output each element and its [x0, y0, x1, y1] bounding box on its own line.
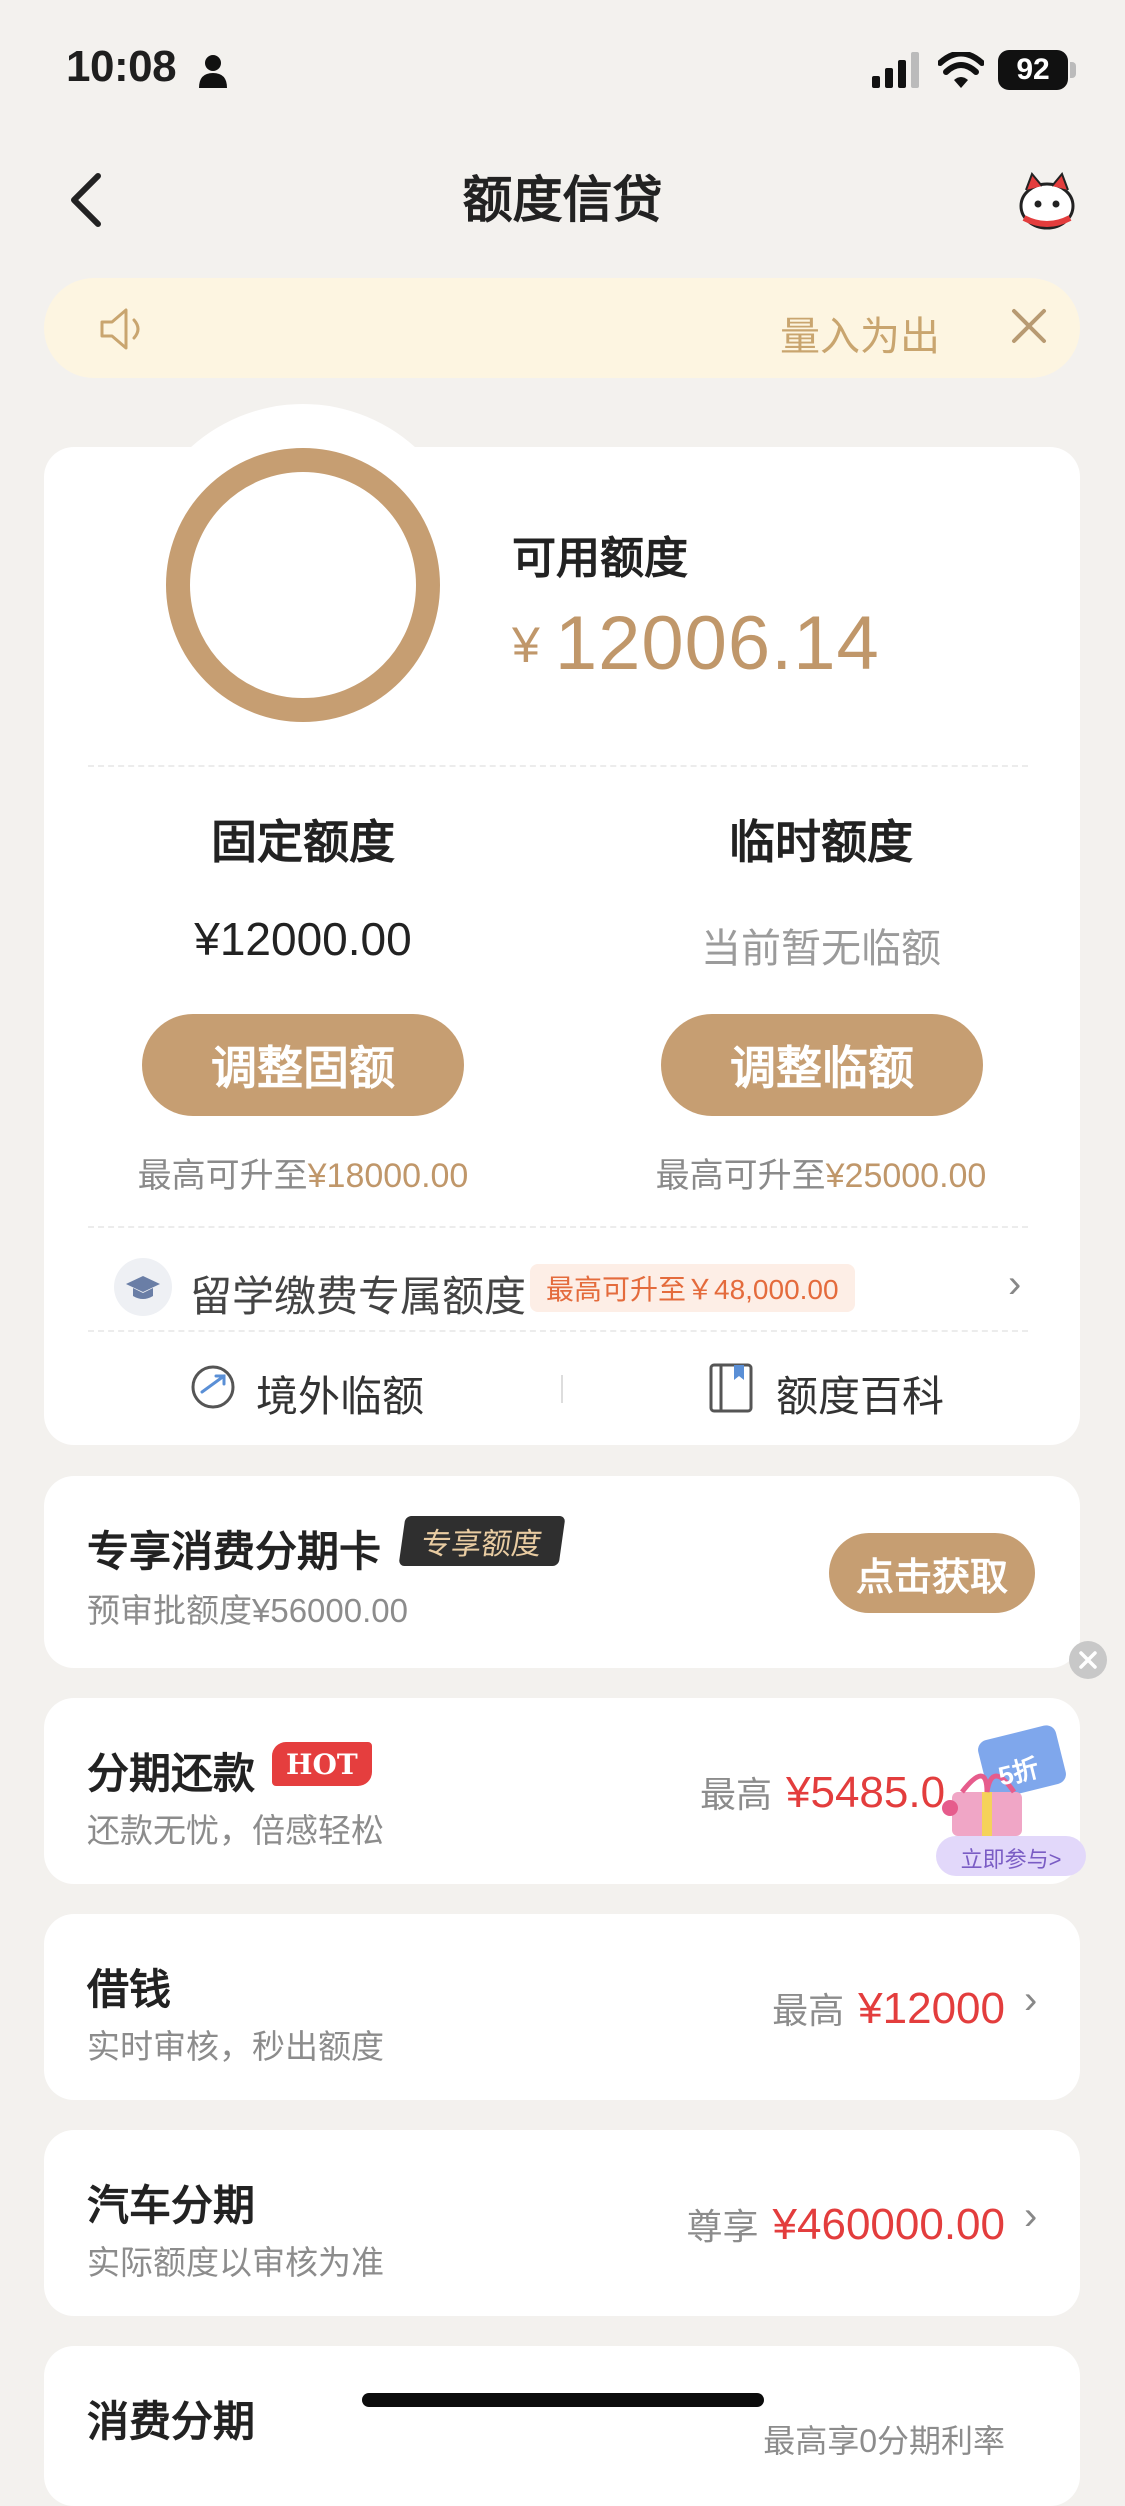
speaker-icon: [100, 308, 140, 350]
overseas-temporary-link[interactable]: 境外临额: [256, 1363, 424, 1424]
borrow-title: 借钱: [87, 1966, 172, 2013]
home-indicator[interactable]: [362, 2393, 764, 2407]
max-amount: ¥18000.00: [307, 1157, 469, 1195]
fixed-max-note: 最高可升至¥18000.00: [43, 1148, 563, 1197]
battery-indicator: 92: [998, 50, 1068, 90]
car-installment-amount: ¥460000.00: [772, 2200, 1005, 2249]
card-offer-subtitle: 预审批额度¥56000.00: [87, 1592, 408, 1629]
borrow-max: 最高 ¥12000: [600, 1982, 1005, 2034]
installment-title: 分期还款: [87, 1750, 256, 1797]
borrow-amount: ¥12000: [858, 1984, 1005, 2033]
currency-symbol: ¥: [512, 616, 541, 673]
max-prefix: 最高可升至: [137, 1157, 308, 1195]
globe-plane-icon: [191, 1365, 235, 1409]
cellular-signal-icon: [872, 52, 919, 88]
borrow-subtitle: 实时审核，秒出额度: [87, 2028, 384, 2065]
temporary-max-note: 最高可升至¥25000.00: [561, 1148, 1081, 1197]
battery-cap: [1070, 62, 1076, 78]
hot-tag: HOT: [272, 1742, 372, 1786]
car-installment-title: 汽车分期: [87, 2182, 256, 2229]
exclusive-credit-tag: 专享额度: [398, 1516, 566, 1566]
max-prefix: 最高: [700, 1774, 773, 1815]
max-amount: ¥25000.00: [825, 1157, 987, 1195]
study-abroad-credit-label[interactable]: 留学缴费专属额度: [190, 1263, 526, 1324]
temporary-credit-value: 当前暂无临额: [701, 927, 941, 971]
max-prefix: 最高可升至: [655, 1157, 826, 1195]
max-prefix: 尊享: [686, 2206, 759, 2247]
car-installment-max: 尊享 ¥460000.00: [560, 2198, 1005, 2250]
divider: [88, 1226, 1028, 1228]
get-offer-button[interactable]: 点击获取: [829, 1533, 1035, 1613]
max-prefix: 最高: [772, 1990, 845, 2031]
fixed-credit-value: ¥12000.00: [194, 913, 412, 965]
promo-cta[interactable]: 立即参与>: [936, 1842, 1086, 1874]
book-icon: [709, 1363, 753, 1413]
fixed-credit-title: 固定额度: [211, 816, 395, 868]
consumer-installment-note: 最高享0分期利率: [763, 2423, 1005, 2459]
divider: [88, 1330, 1028, 1332]
close-icon[interactable]: [1008, 305, 1050, 347]
graduation-cap-icon: [114, 1258, 172, 1316]
divider: [88, 765, 1028, 767]
adjust-fixed-button[interactable]: 调整固额: [142, 1014, 464, 1116]
mascot-icon[interactable]: [1014, 170, 1080, 232]
status-time: 10:08: [66, 42, 177, 91]
study-max-badge: 最高可升至￥48,000.00: [530, 1264, 855, 1312]
person-icon: [199, 55, 227, 88]
notice-text: 量入为出: [780, 315, 940, 359]
available-amount-value: 12006.14: [554, 601, 880, 686]
installment-subtitle: 还款无忧，倍感轻松: [87, 1812, 384, 1849]
card-offer-title: 专享消费分期卡: [87, 1528, 382, 1575]
chevron-right-icon[interactable]: ›: [1008, 1262, 1021, 1307]
chevron-right-icon: ›: [1024, 2194, 1038, 2238]
page-title: 额度信贷: [462, 172, 663, 228]
temporary-credit-title: 临时额度: [729, 816, 913, 868]
credit-ring-gauge: [166, 448, 440, 722]
promo-close-icon[interactable]: [1068, 1640, 1108, 1680]
installment-amount: ¥5485.0: [786, 1768, 946, 1817]
vertical-divider: [561, 1375, 563, 1403]
available-credit-amount: ¥12006.14: [512, 600, 880, 687]
available-credit-label: 可用额度: [512, 534, 688, 583]
consumer-installment-title: 消费分期: [87, 2398, 256, 2445]
adjust-temporary-button[interactable]: 调整临额: [661, 1014, 983, 1116]
chevron-right-icon: ›: [1024, 1978, 1038, 2022]
credit-encyclopedia-link[interactable]: 额度百科: [776, 1363, 944, 1424]
car-installment-subtitle: 实际额度以审核为准: [87, 2244, 384, 2281]
wifi-icon: [938, 52, 984, 88]
